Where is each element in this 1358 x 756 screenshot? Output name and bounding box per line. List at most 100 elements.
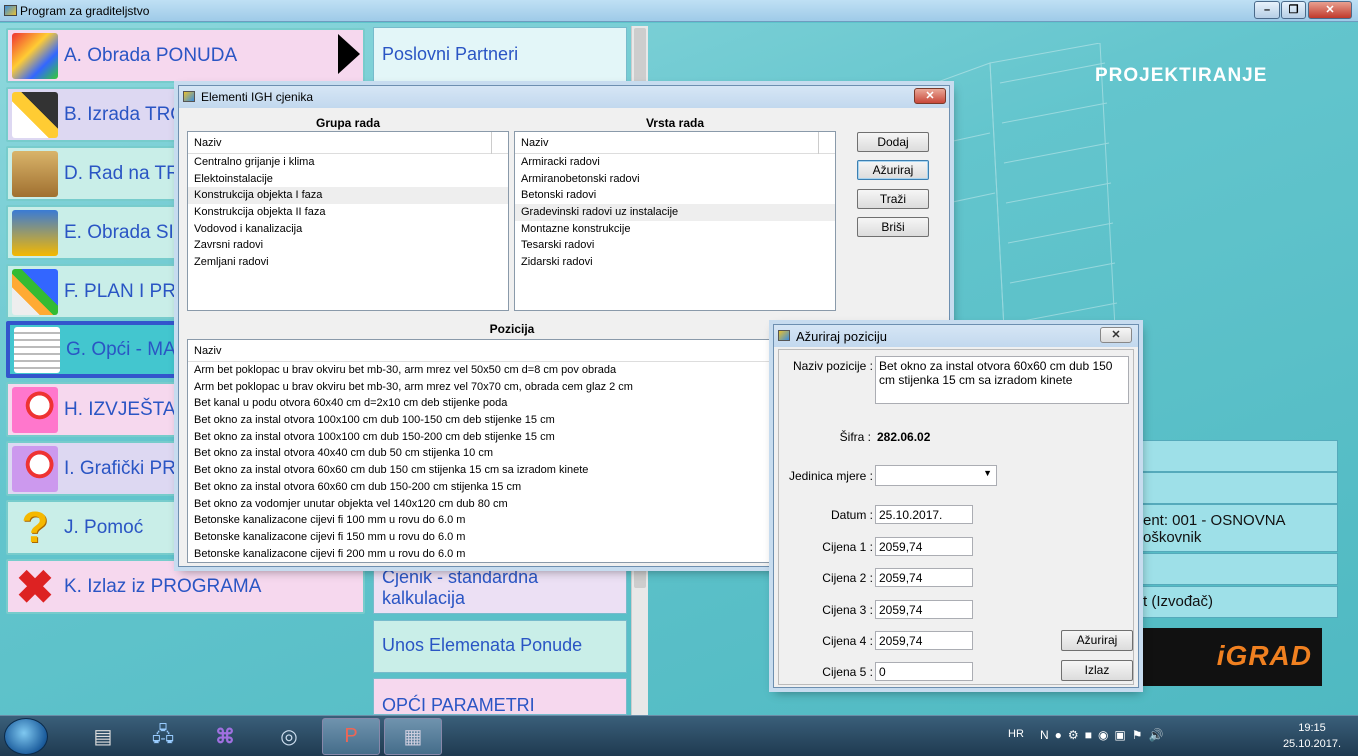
azuriraj-button[interactable]: Ažuriraj [1061,630,1133,651]
close-icon: ✕ [1111,329,1121,341]
magnifier-icon [12,386,58,433]
taskbar-app-browser[interactable]: ◎ [260,718,318,755]
cijena2-label: Cijena 2 : [822,571,873,585]
list-item[interactable]: Elektoinstalacije [188,171,508,188]
tag-icon [12,32,58,79]
list-item[interactable]: Gradevinski radovi uz instalacije [515,204,835,221]
menu-label: F. PLAN I PRA [64,280,189,302]
menu-k-izlaz[interactable]: ✖ K. Izlaz iz PROGRAMA [6,559,365,614]
azuriraj-button[interactable]: Ažuriraj [857,160,929,180]
cijena2-field[interactable]: 2059,74 [875,568,973,587]
list-item[interactable]: Konstrukcija objekta II faza [188,204,508,221]
section-title: PROJEKTIRANJE [1095,65,1268,86]
list-item[interactable]: Armiracki radovi [515,154,835,171]
restore-icon: ❐ [1288,4,1299,16]
cijena3-label: Cijena 3 : [822,603,873,617]
unos-elemenata-button[interactable]: Unos Elemenata Ponude [373,620,627,673]
right-panel-row [1138,472,1338,504]
volume-icon: 🔊 [1148,728,1170,742]
magnifier-icon [12,445,58,492]
network-icon: 🖧 [151,723,175,746]
list-item[interactable]: Zavrsni radovi [188,237,508,254]
right-panel-row [1138,440,1338,472]
column-header-label: Naziv [194,137,222,149]
column-header[interactable]: Naziv [515,132,835,154]
igrad-app-icon: ▦ [403,726,423,748]
close-x-icon: ✖ [15,560,55,613]
tray-icons[interactable]: N●⚙■◉▣⚑🔊 [1040,728,1210,742]
taskbar-app-visual-studio[interactable]: ⌘ [196,718,254,755]
visual-studio-icon: ⌘ [215,726,235,748]
clock-date[interactable]: 25.10.2017. [1278,738,1346,750]
dialog-icon [778,330,790,341]
taskbar-app-network[interactable]: 🖧 [134,718,192,755]
list-item[interactable]: Vodovod i kanalizacija [188,221,508,238]
dialog-close-button[interactable]: ✕ [1100,327,1132,343]
dialog-close-button[interactable]: ✕ [914,88,946,104]
pozicija-header: Pozicija [489,322,535,336]
folders-icon [12,150,58,197]
language-indicator[interactable]: HR [1008,728,1024,740]
question-icon: ? [21,502,49,552]
tray-app-icon: ▣ [1114,728,1132,742]
list-item[interactable]: Tesarski radovi [515,237,835,254]
poslovni-partneri-button[interactable]: Poslovni Partneri [373,27,627,82]
cijena1-field[interactable]: 2059,74 [875,537,973,556]
logo-text: iGRAD [1216,640,1312,671]
list-item[interactable]: Centralno grijanje i klima [188,154,508,171]
taskbar-app-computer[interactable]: ▤ [74,718,132,755]
opci-parametri-button[interactable]: OPĆI PARAMETRI [373,678,627,715]
menu-label: K. Izlaz iz PROGRAMA [64,575,262,597]
trazi-button[interactable]: Traži [857,189,929,209]
dialog-icon [183,91,195,102]
datum-field[interactable]: 25.10.2017. [875,505,973,524]
column-header[interactable]: Naziv [188,132,508,154]
list-item[interactable]: Montazne konstrukcije [515,221,835,238]
clock-time[interactable]: 19:15 [1282,722,1342,734]
minimize-icon: – [1263,4,1271,16]
tray-app-icon: ◉ [1097,728,1115,742]
list-item[interactable]: Zidarski radovi [515,254,835,271]
naziv-pozicije-field[interactable]: Bet okno za instal otvora 60x60 cm dub 1… [875,356,1129,404]
menu-label: J. Pomoć [64,516,144,538]
close-button[interactable]: ✕ [1308,1,1352,19]
start-button[interactable] [4,718,48,755]
right-panel-text: oškovnik [1143,529,1202,546]
cijena3-field[interactable]: 2059,74 [875,600,973,619]
close-icon: ✕ [925,90,935,102]
window-title: Program za graditeljstvo [20,4,150,18]
grupa-rada-header: Grupa rada [315,116,381,130]
submenu-arrow-icon [338,34,360,74]
right-panel-text: ent: 001 - OSNOVNA [1143,512,1286,529]
flag-icon: ⚑ [1131,728,1149,742]
taskbar-app-igrad[interactable]: ▦ [384,718,442,755]
izlaz-button[interactable]: Izlaz [1061,660,1133,681]
dodaj-button[interactable]: Dodaj [857,132,929,152]
tray-app-icon: ■ [1084,728,1098,742]
maximize-button[interactable]: ❐ [1281,1,1306,19]
jedinica-mjere-select[interactable]: ▼ [875,465,997,486]
cijena5-label: Cijena 5 : [822,665,873,679]
list-item[interactable]: Betonski radovi [515,187,835,204]
cijena5-field[interactable]: 0 [875,662,973,681]
browser-icon: ◎ [280,726,298,748]
minimize-button[interactable]: – [1254,1,1280,19]
azuriraj-pozicija-dialog: Ažuriraj poziciju ✕ Naziv pozicije : Bet… [773,324,1139,688]
jedinica-label: Jedinica mjere : [788,469,873,483]
computer-icon: ▤ [93,726,113,748]
taskbar-app-powerpoint[interactable]: P [322,718,380,755]
sifra-label: Šifra : [839,430,871,444]
list-item[interactable]: Zemljani radovi [188,254,508,271]
pencil-icon [12,91,58,138]
app-icon [4,5,17,16]
menu-label: D. Rad na TR [64,162,180,184]
grupa-rada-list[interactable]: Naziv Centralno grijanje i klima Elektoi… [187,131,509,311]
menu-a-obrada-ponuda[interactable]: A. Obrada PONUDA [6,28,365,83]
list-item[interactable]: Konstrukcija objekta I faza [188,187,508,205]
cijena4-field[interactable]: 2059,74 [875,631,973,650]
list-item[interactable]: Armiranobetonski radovi [515,171,835,188]
vrsta-rada-list[interactable]: Naziv Armiracki radovi Armiranobetonski … [514,131,836,311]
menu-label: G. Opći - MAT [66,338,186,360]
brisi-button[interactable]: Briši [857,217,929,237]
cjenik-kalkulacija-button[interactable]: Cjenik - standardna kalkulacija [373,562,627,614]
